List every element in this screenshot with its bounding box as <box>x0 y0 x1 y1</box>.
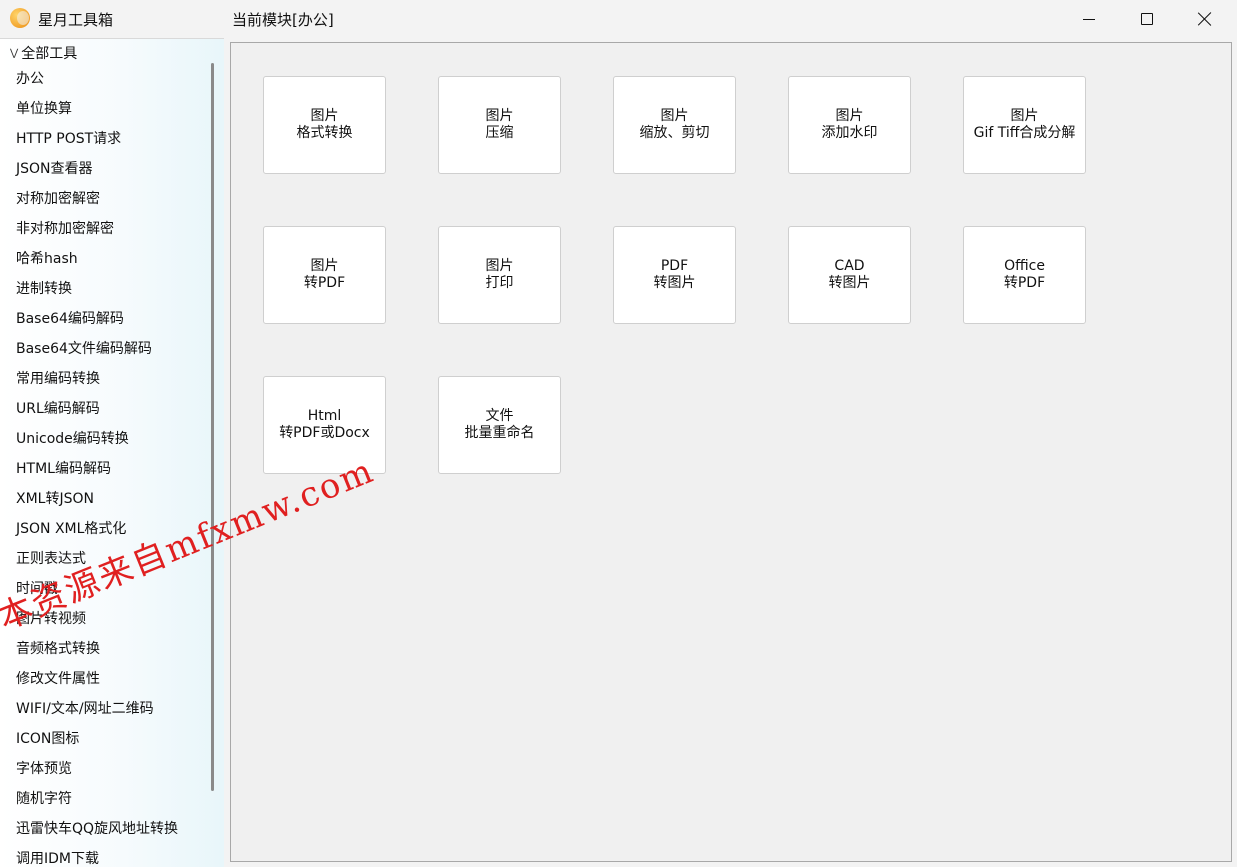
tool-button-line2: 转PDF <box>1003 275 1046 291</box>
sidebar-item[interactable]: 音频格式转换 <box>0 634 206 664</box>
tool-button[interactable]: Html 转PDF或Docx <box>263 376 386 474</box>
minimize-icon <box>1083 18 1095 20</box>
tool-button-line1: CAD <box>834 258 865 274</box>
tool-button-line1: 图片 <box>1010 108 1039 124</box>
sidebar-item[interactable]: Base64文件编码解码 <box>0 334 206 364</box>
tool-button-line1: Html <box>307 408 342 424</box>
tool-button-line1: 图片 <box>660 108 689 124</box>
sidebar-item[interactable]: JSON查看器 <box>0 154 206 184</box>
moon-star-icon <box>10 8 30 28</box>
sidebar-item[interactable]: 修改文件属性 <box>0 664 206 694</box>
tool-button-line2: 转PDF或Docx <box>279 425 370 441</box>
close-icon <box>1198 12 1212 26</box>
sidebar-item[interactable]: URL编码解码 <box>0 394 206 424</box>
sidebar-item[interactable]: 单位换算 <box>0 94 206 124</box>
sidebar-item[interactable]: 随机字符 <box>0 784 206 814</box>
sidebar-item[interactable]: 调用IDM下载 <box>0 844 206 867</box>
sidebar-scrollbar[interactable] <box>211 63 214 791</box>
minimize-button[interactable] <box>1060 0 1118 38</box>
tool-button-line2: 打印 <box>485 275 514 291</box>
app-window: 星月工具箱 当前模块[办公] ⋁ 全部工具 办公 单位换算 HTTP POST请求 J… <box>0 0 1237 867</box>
tool-button-line1: 图片 <box>310 258 339 274</box>
sidebar-item[interactable]: XML转JSON <box>0 484 206 514</box>
tool-button-line1: Office <box>1004 258 1045 274</box>
category-list: 办公 单位换算 HTTP POST请求 JSON查看器 对称加密解密 非对称加密解密 哈希h… <box>0 64 206 867</box>
tool-button-line2: 缩放、剪切 <box>639 125 710 141</box>
tool-button-line2: 压缩 <box>485 125 514 141</box>
sidebar-item[interactable]: 非对称加密解密 <box>0 214 206 244</box>
sidebar-item[interactable]: ICON图标 <box>0 724 206 754</box>
app-title: 星月工具箱 <box>38 11 114 29</box>
sidebar-item[interactable]: HTTP POST请求 <box>0 124 206 154</box>
maximize-icon <box>1141 13 1153 25</box>
tool-button-line1: 文件 <box>485 408 514 424</box>
tool-button[interactable]: 图片 Gif Tiff合成分解 <box>963 76 1086 174</box>
tool-button-line2: 转图片 <box>828 275 871 291</box>
tool-button-line2: 添加水印 <box>821 125 878 141</box>
tool-button[interactable]: 图片 转PDF <box>263 226 386 324</box>
sidebar-item[interactable]: 哈希hash <box>0 244 206 274</box>
current-module-title: 当前模块[办公] <box>232 11 334 29</box>
sidebar-item[interactable]: 时间戳 <box>0 574 206 604</box>
close-button[interactable] <box>1176 0 1234 38</box>
tool-button[interactable]: 图片 打印 <box>438 226 561 324</box>
tool-button-line1: 图片 <box>310 108 339 124</box>
maximize-button[interactable] <box>1118 0 1176 38</box>
tool-button-line1: PDF <box>660 258 689 274</box>
tool-button-line2: 转图片 <box>653 275 696 291</box>
tool-category-sidebar: ⋁ 全部工具 办公 单位换算 HTTP POST请求 JSON查看器 对称加密解密 非对称… <box>0 38 224 867</box>
sidebar-item[interactable]: 进制转换 <box>0 274 206 304</box>
sidebar-item[interactable]: 办公 <box>0 64 206 94</box>
sidebar-item[interactable]: HTML编码解码 <box>0 454 206 484</box>
tool-button[interactable]: 图片 格式转换 <box>263 76 386 174</box>
title-bar[interactable]: 星月工具箱 当前模块[办公] <box>0 0 1237 38</box>
sidebar-item[interactable]: 图片转视频 <box>0 604 206 634</box>
sidebar-item[interactable]: 迅雷快车QQ旋风地址转换 <box>0 814 206 844</box>
tool-button-line1: 图片 <box>485 258 514 274</box>
tool-button-grid: 图片 格式转换 图片 压缩 图片 缩放、剪切 图片 添加水印 图片 Gif Tiff合成分解 图片转… <box>263 76 1086 474</box>
tool-panel: 图片 格式转换 图片 压缩 图片 缩放、剪切 图片 添加水印 图片 Gif Tiff合成分解 图片转… <box>230 42 1232 862</box>
tool-button-line2: 批量重命名 <box>464 425 535 441</box>
sidebar-item[interactable]: Unicode编码转换 <box>0 424 206 454</box>
sidebar-item[interactable]: JSON XML格式化 <box>0 514 206 544</box>
tool-button-line1: 图片 <box>835 108 864 124</box>
sidebar-item[interactable]: Base64编码解码 <box>0 304 206 334</box>
sidebar-item[interactable]: WIFI/文本/网址二维码 <box>0 694 206 724</box>
tool-button[interactable]: Office 转PDF <box>963 226 1086 324</box>
tool-button[interactable]: 图片 缩放、剪切 <box>613 76 736 174</box>
chevron-down-icon[interactable]: ⋁ <box>10 48 18 59</box>
sidebar-item[interactable]: 对称加密解密 <box>0 184 206 214</box>
tool-button[interactable]: CAD 转图片 <box>788 226 911 324</box>
tool-button-line2: Gif Tiff合成分解 <box>973 125 1076 141</box>
tool-button-line2: 格式转换 <box>296 125 353 141</box>
tree-root-all-tools[interactable]: ⋁ 全部工具 <box>10 43 77 63</box>
sidebar-item[interactable]: 正则表达式 <box>0 544 206 574</box>
tool-button[interactable]: 文件 批量重命名 <box>438 376 561 474</box>
tree-root-label: 全部工具 <box>21 46 78 62</box>
tool-button[interactable]: 图片 压缩 <box>438 76 561 174</box>
tool-button-line2: 转PDF <box>303 275 346 291</box>
tool-button[interactable]: 图片 添加水印 <box>788 76 911 174</box>
tool-button[interactable]: PDF 转图片 <box>613 226 736 324</box>
tool-button-line1: 图片 <box>485 108 514 124</box>
sidebar-item[interactable]: 字体预览 <box>0 754 206 784</box>
sidebar-item[interactable]: 常用编码转换 <box>0 364 206 394</box>
